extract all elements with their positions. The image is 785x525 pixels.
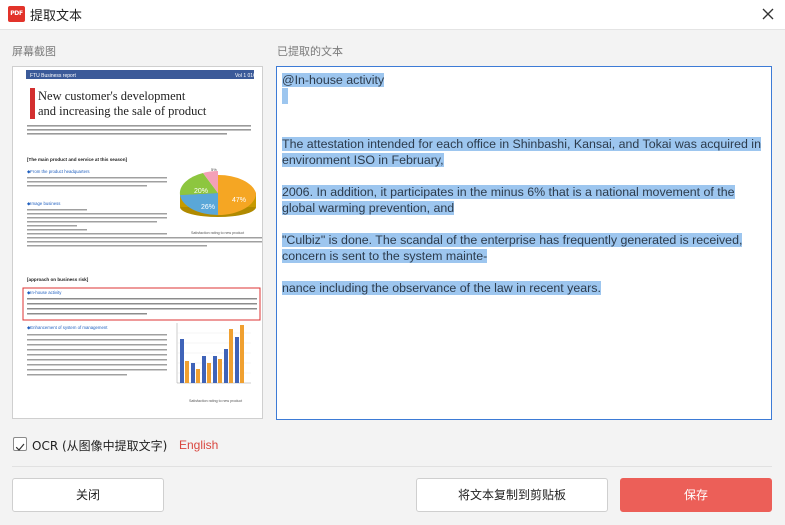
extracted-line: @In-house activity xyxy=(282,73,385,87)
screenshot-preview: FTU Business report Vol 1 016 New custom… xyxy=(12,66,263,419)
language-link[interactable]: English xyxy=(179,438,218,452)
save-button[interactable]: 保存 xyxy=(620,478,772,512)
screenshot-label: 屏幕截图 xyxy=(12,45,56,58)
preview-sub-4: ◆Enhancement of system of management xyxy=(27,325,108,330)
close-button[interactable]: 关闭 xyxy=(12,478,164,512)
preview-heading-2: and increasing the sale of product xyxy=(38,104,207,118)
pie-label-2: 26% xyxy=(201,204,215,211)
extracted-blank xyxy=(282,88,288,104)
preview-section-1: [The main product and service at this se… xyxy=(27,157,128,162)
extracted-text-content[interactable]: @In-house activity The attestation inten… xyxy=(282,72,766,296)
pie-label-3: 47% xyxy=(232,197,246,204)
ocr-label[interactable]: OCR (从图像中提取文字) xyxy=(32,437,167,454)
page-thumbnail: FTU Business report Vol 1 016 New custom… xyxy=(13,67,262,418)
preview-section-2: [approach on business risk] xyxy=(27,277,89,282)
app-logo-icon: PDF xyxy=(8,6,25,22)
footer-divider xyxy=(12,466,772,467)
extracted-line: The attestation intended for each office… xyxy=(282,137,761,167)
preview-heading-1: New customer's development xyxy=(38,89,186,103)
extracted-line: 2006. In addition, it participates in th… xyxy=(282,185,735,215)
checkmark-icon xyxy=(15,443,25,451)
pie-caption: Satisfaction rating to new product xyxy=(191,231,244,235)
ocr-checkbox[interactable] xyxy=(13,437,27,451)
close-icon[interactable] xyxy=(758,4,778,24)
window-title: 提取文本 xyxy=(30,9,83,24)
preview-sub-3: ◆In-house activity xyxy=(27,290,62,295)
extracted-line: nance including the observance of the la… xyxy=(282,281,601,295)
pie-label-4: 5% xyxy=(211,167,217,172)
preview-sub-2: ◆Image business xyxy=(27,201,60,206)
preview-sub-1: ◆From the product headquarters xyxy=(27,169,90,174)
extracted-line: "Culbiz" is done. The scandal of the ent… xyxy=(282,233,743,263)
pie-label-1: 20% xyxy=(194,188,208,195)
preview-header-left: FTU Business report xyxy=(30,73,76,79)
extracted-text-label: 已提取的文本 xyxy=(277,45,343,58)
preview-header-right: Vol 1 016 xyxy=(235,73,256,79)
bar-caption: Satisfaction rating to new product xyxy=(189,399,242,403)
extracted-text-area[interactable]: @In-house activity The attestation inten… xyxy=(276,66,772,420)
copy-to-clipboard-button[interactable]: 将文本复制到剪贴板 xyxy=(416,478,608,512)
title-bar: PDF 提取文本 xyxy=(0,0,785,29)
